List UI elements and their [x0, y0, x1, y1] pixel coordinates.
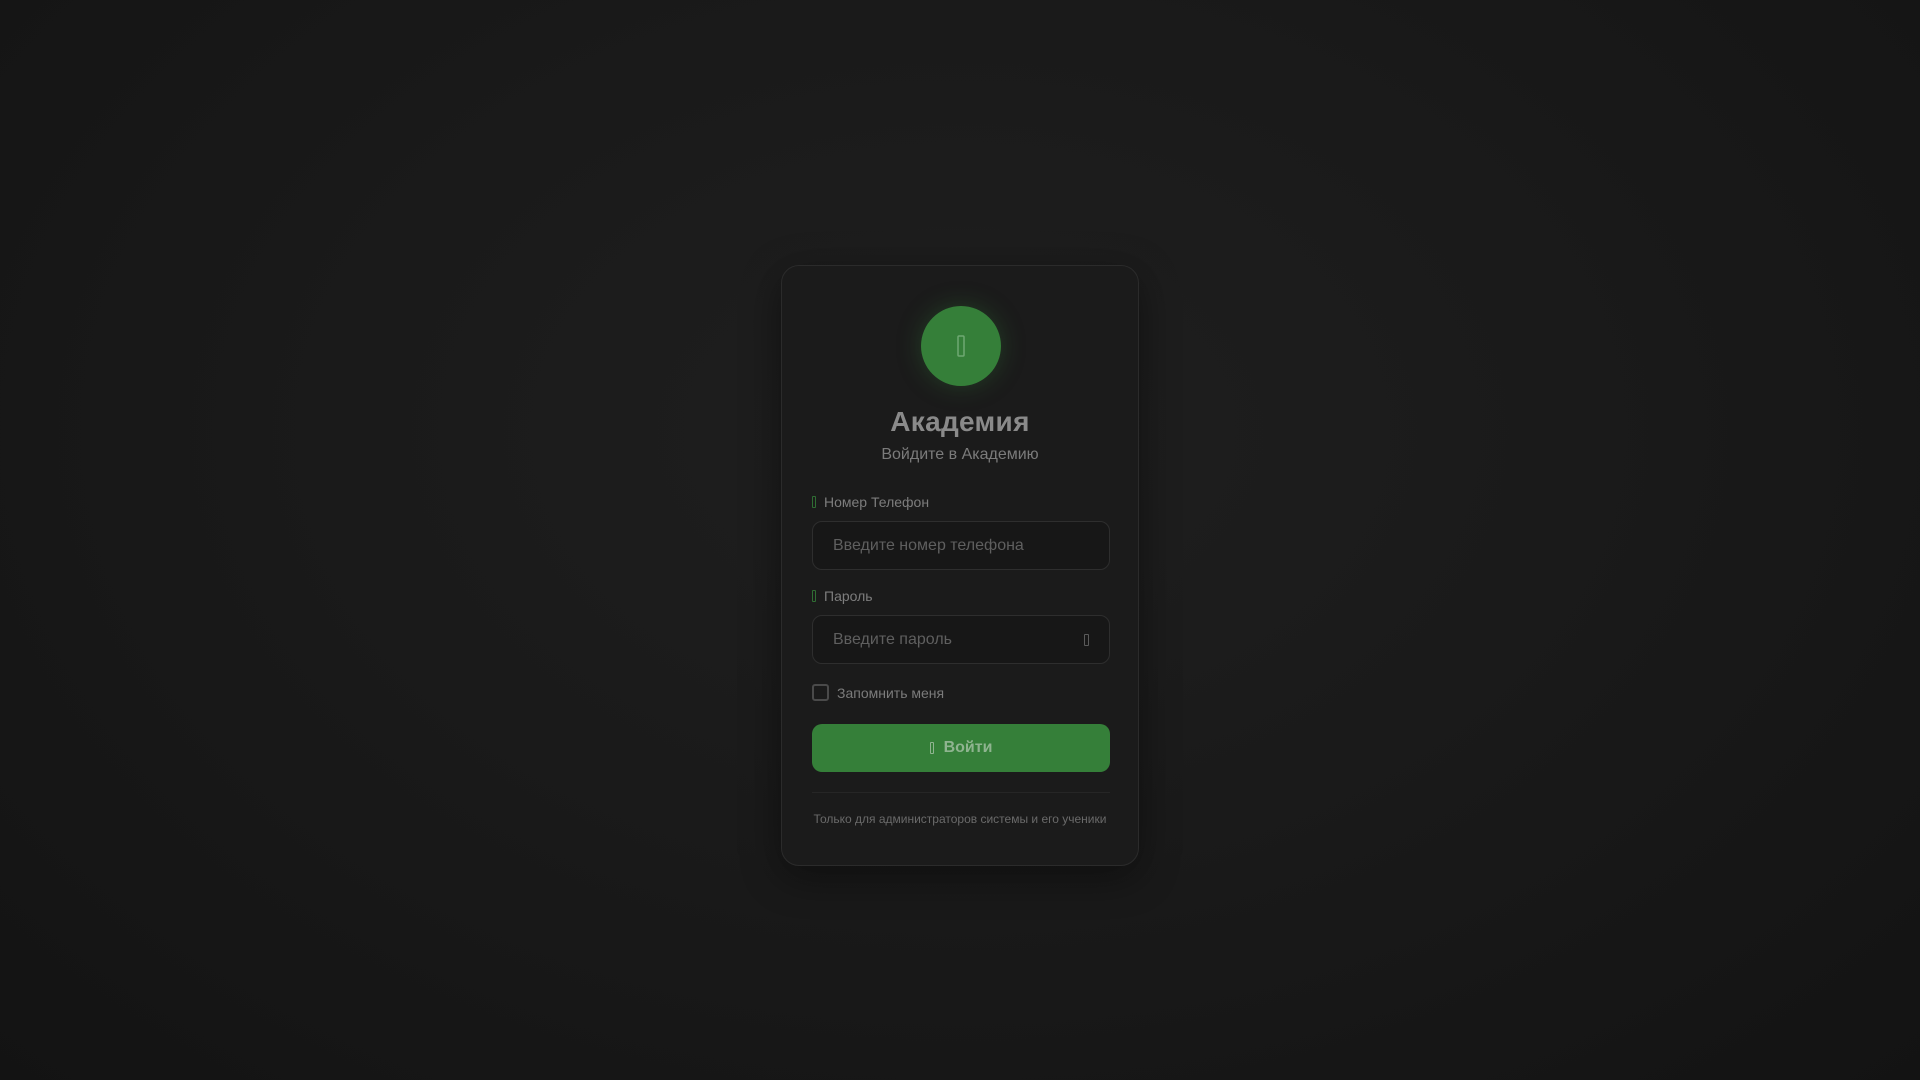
- phone-field-wrapper: [812, 521, 1110, 570]
- password-input[interactable]: [813, 616, 1109, 663]
- footer-note: Только для администраторов системы и его…: [813, 812, 1107, 826]
- password-label-text: Пароль: [824, 588, 873, 604]
- login-button[interactable]: Войти: [812, 724, 1110, 772]
- lock-icon: [812, 590, 816, 602]
- login-card: Академия Войдите в Академию Номер Телефо…: [781, 265, 1139, 866]
- page-title: Академия: [890, 406, 1030, 437]
- page-subtitle: Войдите в Академию: [881, 446, 1039, 463]
- graduation-cap-icon: [957, 335, 965, 357]
- remember-me-row[interactable]: Запомнить меня: [812, 684, 944, 701]
- login-button-label: Войти: [943, 739, 993, 756]
- phone-icon: [812, 496, 816, 508]
- logo-badge: [921, 306, 1001, 386]
- password-label: Пароль: [812, 588, 873, 604]
- eye-icon[interactable]: [1084, 634, 1089, 646]
- password-field-wrapper: [812, 615, 1110, 664]
- remember-me-checkbox[interactable]: [812, 684, 829, 701]
- divider: [812, 792, 1110, 793]
- phone-label: Номер Телефон: [812, 494, 929, 510]
- phone-input[interactable]: [813, 522, 1109, 569]
- sign-in-icon: [929, 742, 934, 754]
- phone-label-text: Номер Телефон: [824, 494, 930, 510]
- remember-me-label[interactable]: Запомнить меня: [837, 685, 944, 701]
